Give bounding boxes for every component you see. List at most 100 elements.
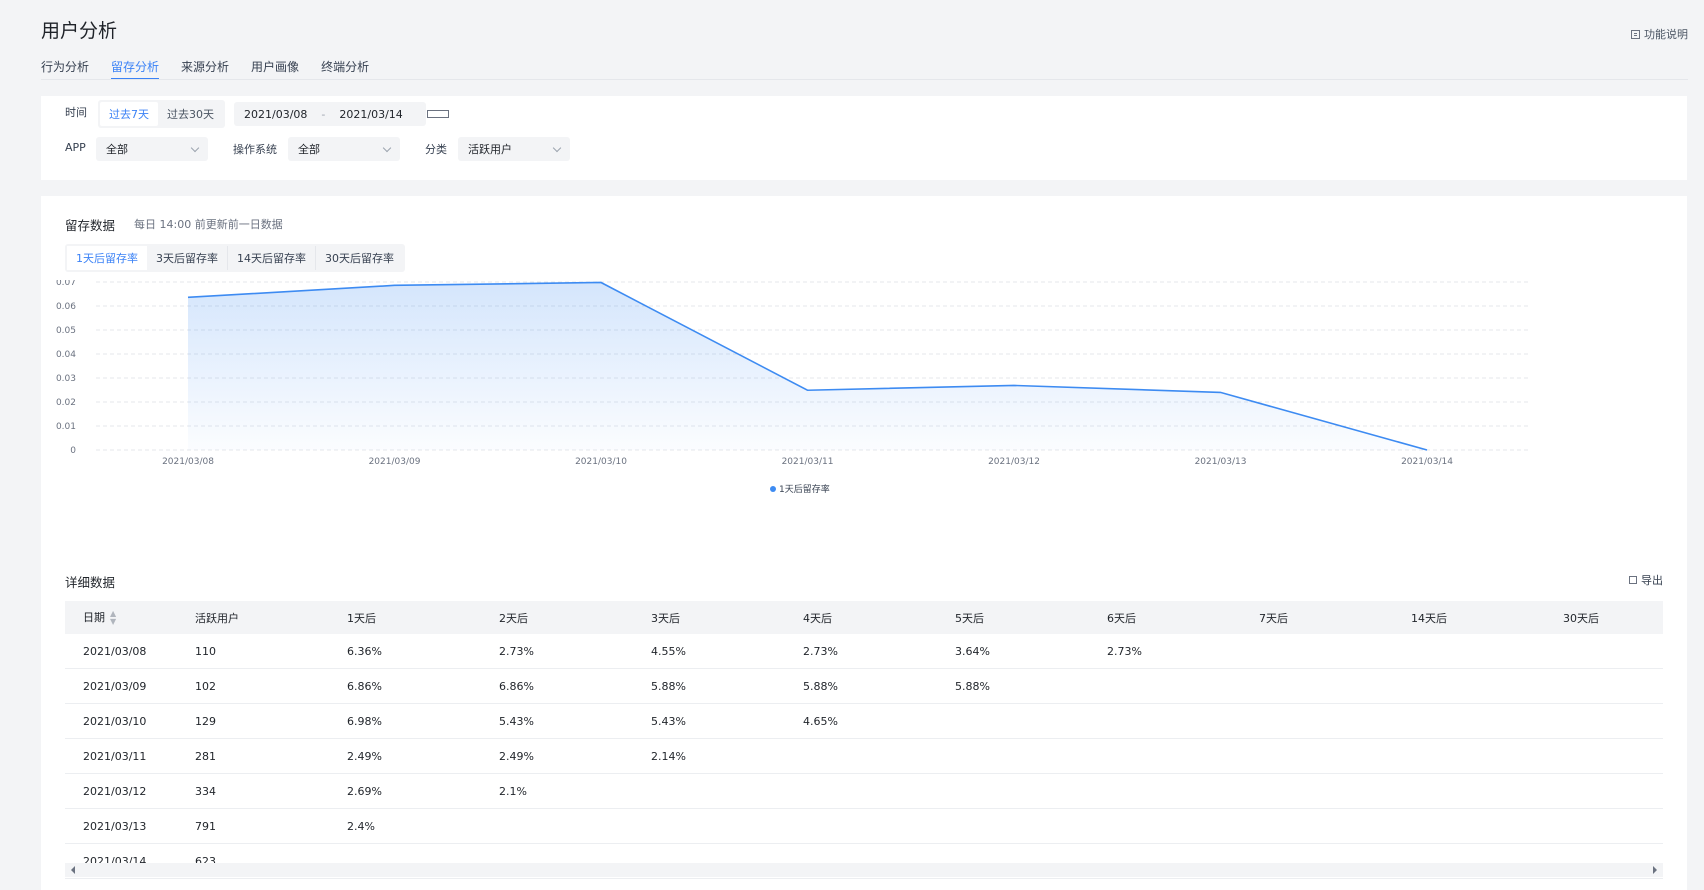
table-cell — [785, 738, 937, 774]
calendar-icon[interactable] — [426, 110, 449, 118]
column-header: 5天后 — [937, 601, 1089, 634]
y-tick-label: 0.02 — [56, 398, 76, 408]
table-cell: 102 — [177, 668, 329, 704]
table-cell: 129 — [177, 703, 329, 739]
legend-label: 1天后留存率 — [779, 483, 830, 495]
table-cell — [937, 703, 1089, 739]
table-cell — [1089, 738, 1241, 774]
x-tick-label: 2021/03/12 — [988, 457, 1040, 467]
table-cell: 2.69% — [329, 773, 481, 809]
date-start[interactable]: 2021/03/08 — [234, 108, 317, 121]
page-title: 用户分析 — [41, 20, 118, 42]
x-tick-label: 2021/03/13 — [1195, 457, 1247, 467]
column-header: 2天后 — [481, 601, 633, 634]
scroll-left-icon[interactable] — [71, 866, 75, 874]
date-end[interactable]: 2021/03/14 — [329, 108, 412, 121]
table-cell — [1545, 703, 1663, 739]
table-cell: 2021/03/09 — [65, 668, 177, 704]
tab-user-profile[interactable]: 用户画像 — [251, 58, 299, 80]
x-tick-label: 2021/03/10 — [575, 457, 627, 467]
table-cell: 5.88% — [633, 668, 785, 704]
column-header: 30天后 — [1545, 601, 1663, 634]
table-cell: 3.64% — [937, 634, 1089, 669]
chevron-down-icon — [552, 143, 562, 152]
tab-behavior[interactable]: 行为分析 — [41, 58, 89, 80]
legend-marker — [770, 486, 776, 492]
table-cell — [481, 808, 633, 844]
export-label: 导出 — [1641, 574, 1663, 587]
os-select[interactable]: 全部 — [288, 137, 400, 161]
rate-tab-1d[interactable]: 1天后留存率 — [67, 246, 147, 270]
details-title: 详细数据 — [65, 575, 116, 590]
table-cell — [1545, 738, 1663, 774]
tab-terminal[interactable]: 终端分析 — [321, 58, 369, 80]
table-cell — [1393, 668, 1545, 704]
y-tick-label: 0.03 — [56, 374, 76, 384]
sort-icon[interactable]: ▲ ▼ — [110, 610, 116, 626]
table-cell: 2.49% — [481, 738, 633, 774]
tab-bar: 行为分析 留存分析 来源分析 用户画像 终端分析 — [41, 58, 369, 80]
table-cell: 791 — [177, 808, 329, 844]
y-tick-label: 0.05 — [56, 326, 76, 336]
table-cell — [1241, 703, 1393, 739]
table-cell — [1241, 668, 1393, 704]
time-option-7d[interactable]: 过去7天 — [100, 102, 158, 126]
table-cell — [1545, 634, 1663, 669]
table-row: 2021/03/12 334 2.69% 2.1% — [65, 773, 1663, 809]
column-header: 4天后 — [785, 601, 937, 634]
table-cell: 5.88% — [937, 668, 1089, 704]
time-option-30d[interactable]: 过去30天 — [158, 102, 223, 126]
category-select[interactable]: 活跃用户 — [458, 137, 570, 161]
table-row: 2021/03/09 102 6.86% 6.86% 5.88% 5.88% 5.88% — [65, 668, 1663, 704]
time-label: 时间 — [65, 106, 87, 119]
x-tick-label: 2021/03/11 — [782, 457, 834, 467]
document-icon — [1631, 29, 1640, 39]
table-cell: 5.88% — [785, 668, 937, 704]
table-cell: 2021/03/13 — [65, 808, 177, 844]
retention-title: 留存数据 — [65, 218, 116, 233]
table-cell: 2.73% — [1089, 634, 1241, 669]
table-cell: 2.73% — [785, 634, 937, 669]
table-cell — [1089, 703, 1241, 739]
table-cell: 2021/03/10 — [65, 703, 177, 739]
rate-tab-30d[interactable]: 30天后留存率 — [316, 246, 403, 270]
column-header: 14天后 — [1393, 601, 1545, 634]
horizontal-scrollbar[interactable] — [65, 863, 1663, 877]
date-range-picker[interactable]: 2021/03/08 - 2021/03/14 — [234, 102, 449, 126]
table-cell — [633, 808, 785, 844]
table-cell: 2.4% — [329, 808, 481, 844]
rate-tab-14d[interactable]: 14天后留存率 — [228, 246, 316, 270]
table-cell — [1545, 808, 1663, 844]
table-cell — [785, 773, 937, 809]
y-tick-label: 0 — [70, 446, 76, 456]
column-header: 7天后 — [1241, 601, 1393, 634]
rate-tab-3d[interactable]: 3天后留存率 — [147, 246, 228, 270]
table-cell — [1393, 738, 1545, 774]
y-tick-label: 0.07 — [56, 280, 76, 288]
app-select[interactable]: 全部 — [96, 137, 208, 161]
table-cell — [1393, 773, 1545, 809]
time-range-toggle: 过去7天 过去30天 — [98, 100, 225, 128]
table-cell — [1089, 808, 1241, 844]
tab-retention[interactable]: 留存分析 — [111, 58, 160, 80]
table-row: 2021/03/08 110 6.36% 2.73% 4.55% 2.73% 3.64% 2.… — [65, 634, 1663, 669]
table-row: 2021/03/10 129 6.98% 5.43% 5.43% 4.65% — [65, 703, 1663, 739]
table-cell: 281 — [177, 738, 329, 774]
table-cell — [1241, 634, 1393, 669]
export-button[interactable]: 导出 — [1629, 572, 1663, 588]
column-header[interactable]: 日期 ▲ ▼ — [65, 601, 177, 634]
help-link[interactable]: 功能说明 — [1631, 26, 1688, 42]
scroll-right-icon[interactable] — [1653, 866, 1657, 874]
table-cell: 5.43% — [481, 703, 633, 739]
tab-source[interactable]: 来源分析 — [181, 58, 229, 80]
details-table: 日期 ▲ ▼ 活跃用户 1天后 2天后 3天后 4天后 5天后 6天后 7天后 14… — [65, 601, 1663, 879]
date-separator: - — [321, 107, 326, 121]
table-cell: 2021/03/12 — [65, 773, 177, 809]
tabs-divider — [41, 79, 1688, 80]
y-tick-label: 0.01 — [56, 422, 76, 432]
table-row: 2021/03/11 281 2.49% 2.49% 2.14% — [65, 738, 1663, 774]
table-cell: 2.14% — [633, 738, 785, 774]
table-cell: 334 — [177, 773, 329, 809]
table-cell — [1089, 668, 1241, 704]
table-cell: 2021/03/08 — [65, 634, 177, 669]
